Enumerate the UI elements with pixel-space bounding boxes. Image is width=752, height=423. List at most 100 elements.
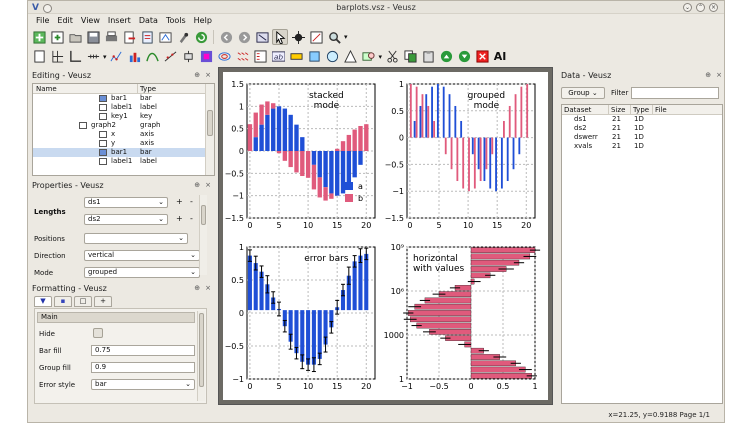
tab-border[interactable]: □	[74, 296, 92, 307]
group-button[interactable]: Group ⌄	[561, 87, 605, 99]
menu-data[interactable]: Data	[135, 16, 162, 25]
add-colorbar-icon[interactable]	[289, 49, 305, 65]
column-name[interactable]: Name	[33, 84, 137, 93]
tree-row[interactable]: label1 label	[33, 157, 214, 166]
add-rectangle-icon[interactable]	[307, 49, 323, 65]
previous-page-icon[interactable]	[218, 29, 234, 45]
barfill-field[interactable]: 0.75	[91, 345, 195, 356]
zoom-menu-icon[interactable]	[326, 29, 342, 45]
capture-data-icon[interactable]	[175, 29, 191, 45]
cut-icon[interactable]	[384, 49, 400, 65]
plot-view[interactable]: stacked mode 1.5 1 0.5 0 −0.5 −1 −1.5 0 5 10 15 20 a b g…	[218, 67, 553, 405]
add-boxplot-icon[interactable]	[181, 49, 197, 65]
add-grid-icon[interactable]	[49, 49, 65, 65]
add-function-icon[interactable]	[145, 49, 161, 65]
groupfill-field[interactable]: 0.9	[91, 362, 195, 373]
menu-view[interactable]: View	[77, 16, 104, 25]
add-shape-icon[interactable]	[361, 49, 377, 65]
tree-row[interactable]: bar1 bar	[33, 148, 214, 157]
close-icon[interactable]: ×	[205, 284, 211, 292]
positions-combo[interactable]: ⌄	[84, 233, 188, 244]
paste-icon[interactable]	[420, 49, 436, 65]
float-icon[interactable]: ⊕	[194, 284, 200, 292]
chevron-down-icon[interactable]: ▾	[379, 53, 383, 61]
tree-row[interactable]: x axis	[33, 130, 214, 139]
chevron-down-icon[interactable]: ▾	[344, 33, 348, 41]
graph-zoom-icon[interactable]	[308, 29, 324, 45]
tab-fill[interactable]: ▪	[54, 296, 72, 307]
mode-combo[interactable]: grouped ⌄	[84, 267, 200, 278]
float-icon[interactable]: ⊕	[194, 181, 200, 189]
plot-page[interactable]: stacked mode 1.5 1 0.5 0 −0.5 −1 −1.5 0 5 10 15 20 a b g…	[223, 72, 548, 400]
dataset-list[interactable]: Dataset Size Type File ds1 21 1D ds2 21 1D dsw…	[561, 104, 723, 404]
add-image-icon[interactable]	[199, 49, 215, 65]
copy-icon[interactable]	[402, 49, 418, 65]
minimize-button[interactable]: ⌄	[683, 3, 692, 12]
column-type[interactable]: Type	[137, 84, 156, 93]
lengths-ds2-combo[interactable]: ds2 ⌄	[84, 214, 168, 225]
close-icon[interactable]: ×	[716, 71, 722, 79]
dataset-row[interactable]: dswerr 21 1D	[562, 133, 722, 142]
close-button[interactable]: ×	[709, 3, 718, 12]
column-dataset[interactable]: Dataset	[562, 105, 608, 114]
rename-icon[interactable]: AI	[492, 49, 508, 65]
column-type[interactable]: Type	[630, 105, 652, 114]
column-file[interactable]: File	[652, 105, 667, 114]
tree-row[interactable]: graph2 graph	[33, 121, 214, 130]
column-size[interactable]: Size	[608, 105, 630, 114]
add-vectorfield-icon[interactable]	[235, 49, 251, 65]
tree-row[interactable]: key1 key	[33, 112, 214, 121]
menu-tools[interactable]: Tools	[162, 16, 190, 25]
formatting-scrollbar[interactable]	[197, 311, 205, 401]
add-xy-icon[interactable]	[109, 49, 125, 65]
menu-file[interactable]: File	[32, 16, 53, 25]
move-down-icon[interactable]	[456, 49, 472, 65]
read-coordinates-icon[interactable]	[290, 29, 306, 45]
float-icon[interactable]: ⊕	[705, 71, 711, 79]
export-icon[interactable]	[121, 29, 137, 45]
print-icon[interactable]	[103, 29, 119, 45]
close-icon[interactable]: ×	[205, 181, 211, 189]
menu-help[interactable]: Help	[190, 16, 216, 25]
widget-tree[interactable]: Name Type bar1 bar label1 label key1 key graph2…	[32, 83, 215, 176]
zoom-page-icon[interactable]	[254, 29, 270, 45]
dataset-row[interactable]: ds2 21 1D	[562, 124, 722, 133]
remove-length-button[interactable]: -	[190, 214, 193, 223]
hide-checkbox[interactable]	[93, 328, 103, 338]
new-document-button[interactable]	[31, 29, 47, 45]
direction-combo[interactable]: vertical ⌄	[84, 250, 200, 261]
add-length-button[interactable]: +	[176, 197, 183, 206]
add-key-icon[interactable]	[253, 49, 269, 65]
close-icon[interactable]: ×	[205, 71, 211, 79]
tree-scrollbar[interactable]	[205, 84, 214, 175]
next-page-icon[interactable]	[236, 29, 252, 45]
errorstyle-combo[interactable]: bar ⌄	[91, 379, 195, 390]
filter-input[interactable]	[631, 87, 719, 99]
menu-edit[interactable]: Edit	[53, 16, 77, 25]
import-data-icon[interactable]	[139, 29, 155, 45]
add-fit-icon[interactable]	[163, 49, 179, 65]
add-polygon-icon[interactable]	[343, 49, 359, 65]
reload-icon[interactable]	[193, 29, 209, 45]
chevron-down-icon[interactable]: ▾	[103, 53, 107, 61]
lengths-ds1-combo[interactable]: ds1 ⌄	[84, 197, 168, 208]
tree-row[interactable]: y axis	[33, 139, 214, 148]
add-axis-icon[interactable]	[85, 49, 101, 65]
tab-main[interactable]: ▼	[34, 296, 52, 307]
tree-row[interactable]: label1 label	[33, 103, 214, 112]
tree-row[interactable]: bar1 bar	[33, 94, 214, 103]
remove-length-button[interactable]: -	[190, 197, 193, 206]
add-page-icon[interactable]	[31, 49, 47, 65]
float-icon[interactable]: ⊕	[194, 71, 200, 79]
delete-icon[interactable]	[474, 49, 490, 65]
add-length-button[interactable]: +	[176, 214, 183, 223]
add-graph-icon[interactable]	[67, 49, 83, 65]
add-ellipse-icon[interactable]	[325, 49, 341, 65]
move-up-icon[interactable]	[438, 49, 454, 65]
save-icon[interactable]	[85, 29, 101, 45]
maximize-button[interactable]: ⌃	[696, 3, 705, 12]
add-label-icon[interactable]: ab	[271, 49, 287, 65]
add-contour-icon[interactable]	[217, 49, 233, 65]
new-window-icon[interactable]	[49, 29, 65, 45]
add-bar-icon[interactable]	[127, 49, 143, 65]
